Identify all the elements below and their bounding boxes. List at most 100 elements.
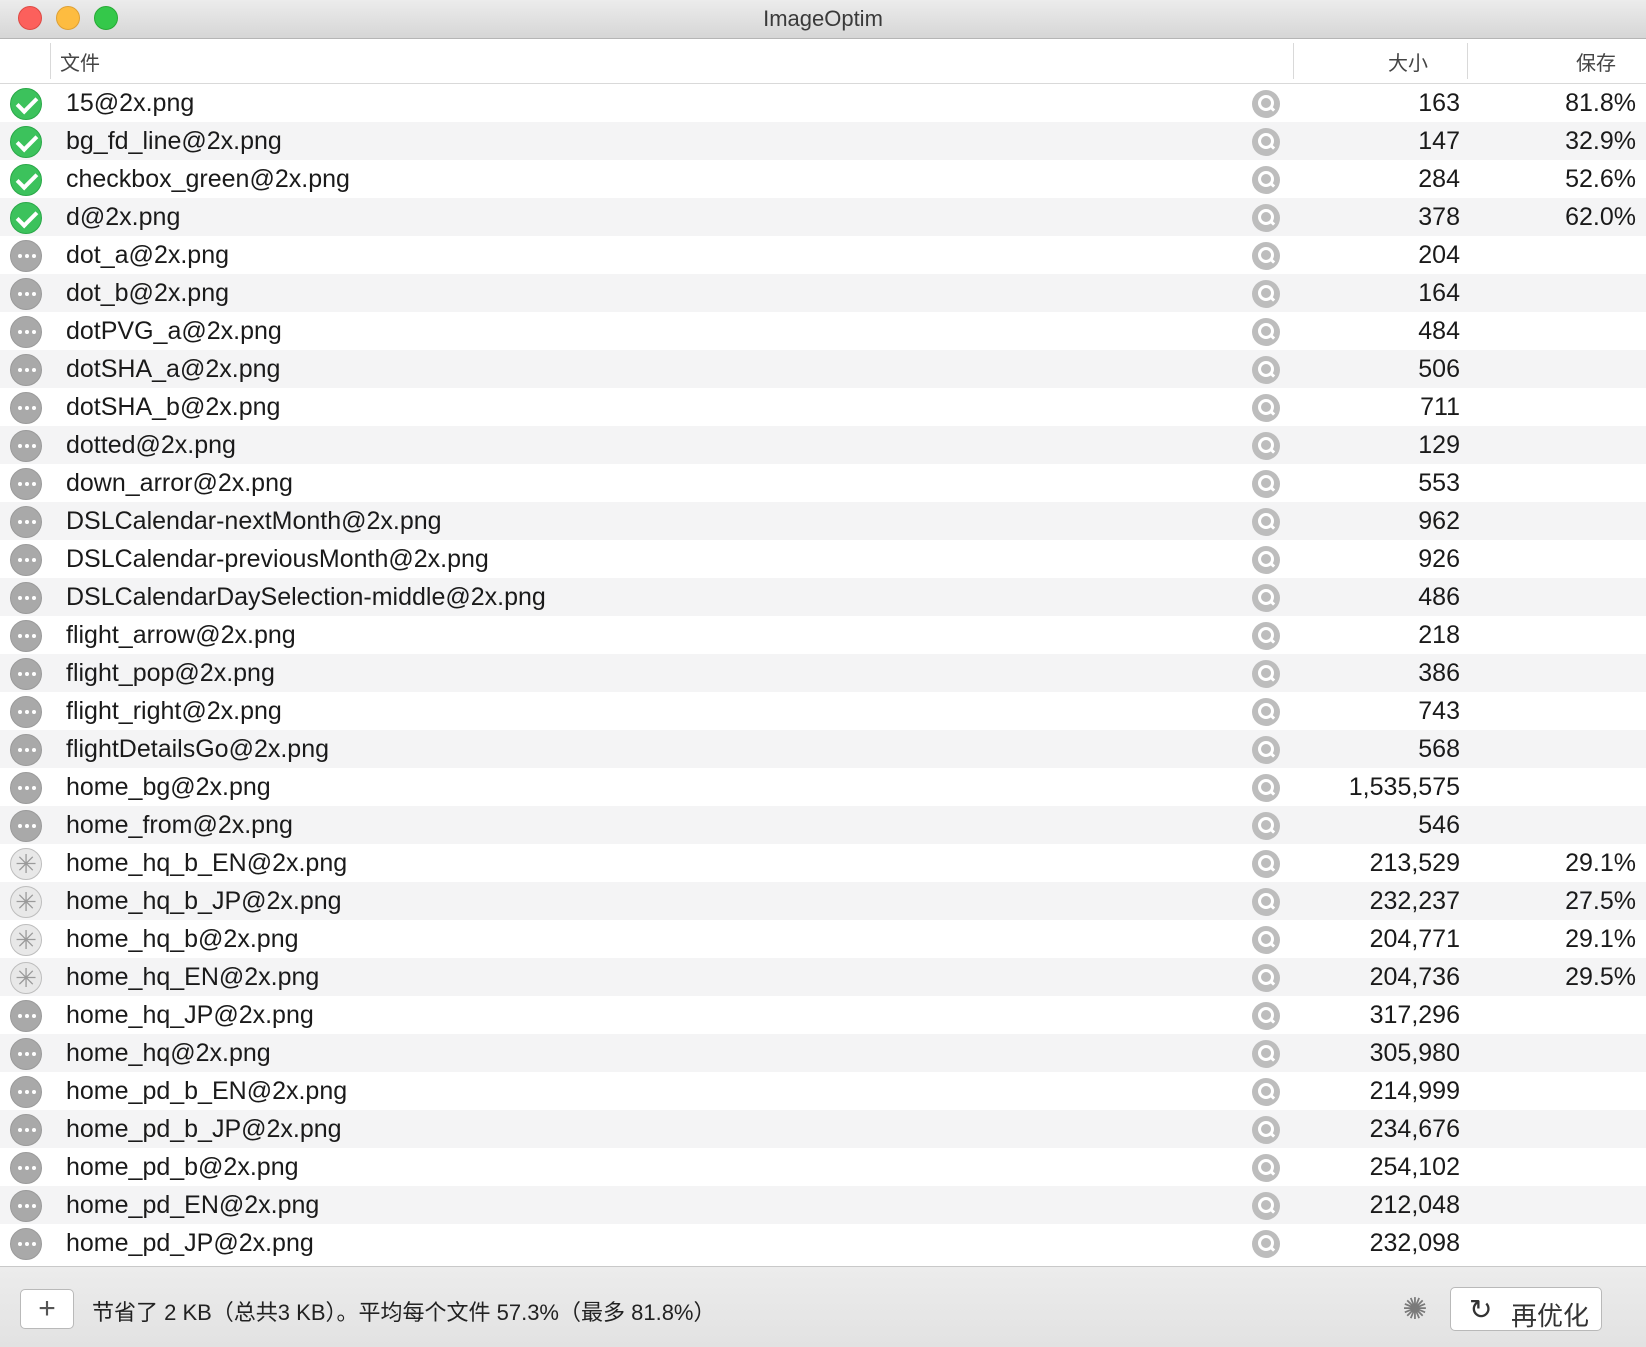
file-row[interactable]: home_hq_b_JP@2x.png 232,237 27.5% <box>0 882 1646 920</box>
file-row[interactable]: home_hq_b@2x.png 204,771 29.1% <box>0 920 1646 958</box>
column-header-size[interactable]: 大小 <box>1388 47 1428 76</box>
quick-look-magnifier-icon[interactable] <box>1252 584 1280 612</box>
file-row[interactable]: flightDetailsGo@2x.png 568 <box>0 730 1646 768</box>
file-name: home_pd_JP@2x.png <box>66 1229 314 1257</box>
quick-look-magnifier-icon[interactable] <box>1252 1078 1280 1106</box>
ellipsis-waiting-icon <box>10 506 42 538</box>
column-header-file[interactable]: 文件 <box>60 47 100 76</box>
checkmark-done-icon <box>10 88 42 120</box>
checkmark-done-icon <box>10 164 42 196</box>
file-row[interactable]: checkbox_green@2x.png 284 52.6% <box>0 160 1646 198</box>
file-row[interactable]: dotSHA_a@2x.png 506 <box>0 350 1646 388</box>
column-separator <box>50 43 51 79</box>
file-row[interactable]: down_arror@2x.png 553 <box>0 464 1646 502</box>
file-name: home_bg@2x.png <box>66 773 271 801</box>
file-size: 214,999 <box>1369 1077 1460 1105</box>
quick-look-magnifier-icon[interactable] <box>1252 318 1280 346</box>
file-row[interactable]: home_pd_b_EN@2x.png 214,999 <box>0 1072 1646 1110</box>
file-row[interactable]: home_pd_b@2x.png 254,102 <box>0 1148 1646 1186</box>
ellipsis-waiting-icon <box>10 1190 42 1222</box>
file-row[interactable]: 15@2x.png 163 81.8% <box>0 84 1646 122</box>
file-row[interactable]: flight_arrow@2x.png 218 <box>0 616 1646 654</box>
quick-look-magnifier-icon[interactable] <box>1252 1192 1280 1220</box>
file-row[interactable]: home_from@2x.png 546 <box>0 806 1646 844</box>
file-row[interactable]: DSLCalendar-nextMonth@2x.png 962 <box>0 502 1646 540</box>
file-row[interactable]: home_bg@2x.png 1,535,575 <box>0 768 1646 806</box>
file-size: 386 <box>1418 659 1460 687</box>
file-row[interactable]: dotSHA_b@2x.png 711 <box>0 388 1646 426</box>
quick-look-magnifier-icon[interactable] <box>1252 432 1280 460</box>
savings-summary: 节省了 2 KB（总共3 KB）。平均每个文件 57.3%（最多 81.8%） <box>92 1300 716 1325</box>
savings-percent: 62.0% <box>1565 203 1636 231</box>
quick-look-magnifier-icon[interactable] <box>1252 204 1280 232</box>
file-name: dotted@2x.png <box>66 431 236 459</box>
quick-look-magnifier-icon[interactable] <box>1252 128 1280 156</box>
file-size: 164 <box>1418 279 1460 307</box>
file-size: 232,237 <box>1369 887 1460 915</box>
file-row[interactable]: flight_pop@2x.png 386 <box>0 654 1646 692</box>
file-row[interactable]: dot_a@2x.png 204 <box>0 236 1646 274</box>
file-size: 506 <box>1418 355 1460 383</box>
quick-look-magnifier-icon[interactable] <box>1252 964 1280 992</box>
file-row[interactable]: home_hq_b_EN@2x.png 213,529 29.1% <box>0 844 1646 882</box>
quick-look-magnifier-icon[interactable] <box>1252 546 1280 574</box>
file-row[interactable]: home_hq_EN@2x.png 204,736 29.5% <box>0 958 1646 996</box>
file-row[interactable]: home_hq_JP@2x.png 317,296 <box>0 996 1646 1034</box>
quick-look-magnifier-icon[interactable] <box>1252 888 1280 916</box>
file-row[interactable]: home_pd_b_JP@2x.png 234,676 <box>0 1110 1646 1148</box>
file-size: 553 <box>1418 469 1460 497</box>
ellipsis-waiting-icon <box>10 316 42 348</box>
file-row[interactable]: flight_right@2x.png 743 <box>0 692 1646 730</box>
file-size: 213,529 <box>1369 849 1460 877</box>
quick-look-magnifier-icon[interactable] <box>1252 698 1280 726</box>
quick-look-magnifier-icon[interactable] <box>1252 660 1280 688</box>
quick-look-magnifier-icon[interactable] <box>1252 774 1280 802</box>
quick-look-magnifier-icon[interactable] <box>1252 1040 1280 1068</box>
file-list[interactable]: 15@2x.png 163 81.8% bg_fd_line@2x.png 147 32.… <box>0 84 1646 1266</box>
quick-look-magnifier-icon[interactable] <box>1252 166 1280 194</box>
file-row[interactable]: dotted@2x.png 129 <box>0 426 1646 464</box>
file-row[interactable]: home_pd_EN@2x.png 212,048 <box>0 1186 1646 1224</box>
file-row[interactable]: dot_b@2x.png 164 <box>0 274 1646 312</box>
quick-look-magnifier-icon[interactable] <box>1252 356 1280 384</box>
file-name: DSLCalendar-nextMonth@2x.png <box>66 507 442 535</box>
scrollbar[interactable] <box>1638 84 1646 1266</box>
quick-look-magnifier-icon[interactable] <box>1252 1154 1280 1182</box>
file-row[interactable]: bg_fd_line@2x.png 147 32.9% <box>0 122 1646 160</box>
quick-look-magnifier-icon[interactable] <box>1252 90 1280 118</box>
file-name: home_hq_b@2x.png <box>66 925 299 953</box>
quick-look-magnifier-icon[interactable] <box>1252 242 1280 270</box>
quick-look-magnifier-icon[interactable] <box>1252 508 1280 536</box>
ellipsis-waiting-icon <box>10 1000 42 1032</box>
file-name: flight_arrow@2x.png <box>66 621 296 649</box>
footer-bar: + 节省了 2 KB（总共3 KB）。平均每个文件 57.3%（最多 81.8%… <box>0 1266 1646 1347</box>
file-row[interactable]: d@2x.png 378 62.0% <box>0 198 1646 236</box>
quick-look-magnifier-icon[interactable] <box>1252 926 1280 954</box>
quick-look-magnifier-icon[interactable] <box>1252 280 1280 308</box>
file-name: flightDetailsGo@2x.png <box>66 735 330 763</box>
column-header-saved[interactable]: 保存 <box>1576 47 1616 76</box>
quick-look-magnifier-icon[interactable] <box>1252 394 1280 422</box>
reoptimize-button[interactable]: ↻ 再优化 <box>1450 1287 1602 1331</box>
file-row[interactable]: DSLCalendar-previousMonth@2x.png 926 <box>0 540 1646 578</box>
quick-look-magnifier-icon[interactable] <box>1252 1002 1280 1030</box>
quick-look-magnifier-icon[interactable] <box>1252 736 1280 764</box>
quick-look-magnifier-icon[interactable] <box>1252 622 1280 650</box>
quick-look-magnifier-icon[interactable] <box>1252 1116 1280 1144</box>
file-name: bg_fd_line@2x.png <box>66 127 282 155</box>
add-files-button[interactable]: + <box>20 1289 74 1329</box>
file-row[interactable]: dotPVG_a@2x.png 484 <box>0 312 1646 350</box>
ellipsis-waiting-icon <box>10 468 42 500</box>
file-row[interactable]: DSLCalendarDaySelection-middle@2x.png 486 <box>0 578 1646 616</box>
quick-look-magnifier-icon[interactable] <box>1252 1230 1280 1258</box>
file-size: 254,102 <box>1369 1153 1460 1181</box>
file-row[interactable]: home_hq@2x.png 305,980 <box>0 1034 1646 1072</box>
quick-look-magnifier-icon[interactable] <box>1252 850 1280 878</box>
quick-look-magnifier-icon[interactable] <box>1252 470 1280 498</box>
file-row[interactable]: home_pd_JP@2x.png 232,098 <box>0 1224 1646 1262</box>
file-size: 568 <box>1418 735 1460 763</box>
file-size: 484 <box>1418 317 1460 345</box>
reoptimize-label: 再优化 <box>1511 1301 1590 1331</box>
title-bar: ImageOptim <box>0 0 1646 39</box>
quick-look-magnifier-icon[interactable] <box>1252 812 1280 840</box>
